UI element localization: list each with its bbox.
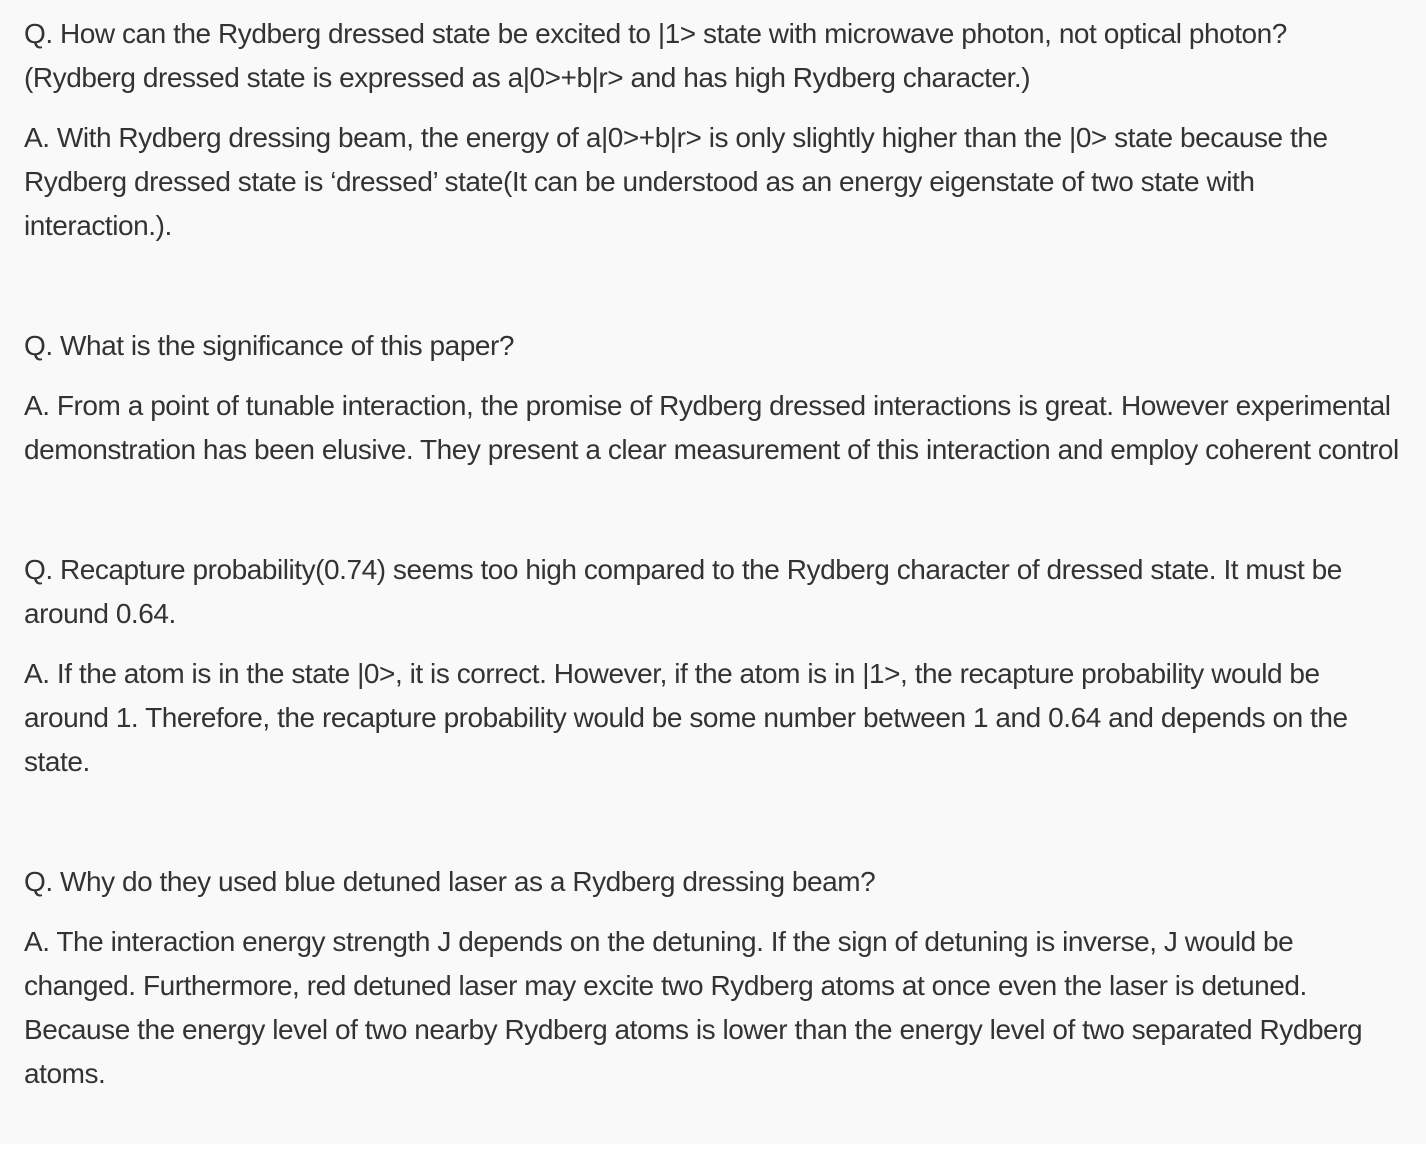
- qa-item-recapture-probability: Q. Recapture probability(0.74) seems too…: [24, 548, 1402, 784]
- question-text: Q. Recapture probability(0.74) seems too…: [24, 554, 1342, 629]
- answer-text: A. With Rydberg dressing beam, the energ…: [24, 122, 1328, 241]
- question-text: Q. Why do they used blue detuned laser a…: [24, 866, 876, 897]
- answer-text: A. From a point of tunable interaction, …: [24, 390, 1399, 465]
- qa-document: Q. How can the Rydberg dressed state be …: [0, 0, 1426, 1144]
- answer-text: A. If the atom is in the state |0>, it i…: [24, 658, 1348, 777]
- question-text: Q. How can the Rydberg dressed state be …: [24, 18, 1287, 93]
- qa-item-blue-detuned-laser: Q. Why do they used blue detuned laser a…: [24, 860, 1402, 1096]
- answer-text: A. The interaction energy strength J dep…: [24, 926, 1363, 1089]
- qa-item-significance: Q. What is the significance of this pape…: [24, 324, 1402, 472]
- question-text: Q. What is the significance of this pape…: [24, 330, 515, 361]
- qa-item-microwave-excitation: Q. How can the Rydberg dressed state be …: [24, 12, 1402, 248]
